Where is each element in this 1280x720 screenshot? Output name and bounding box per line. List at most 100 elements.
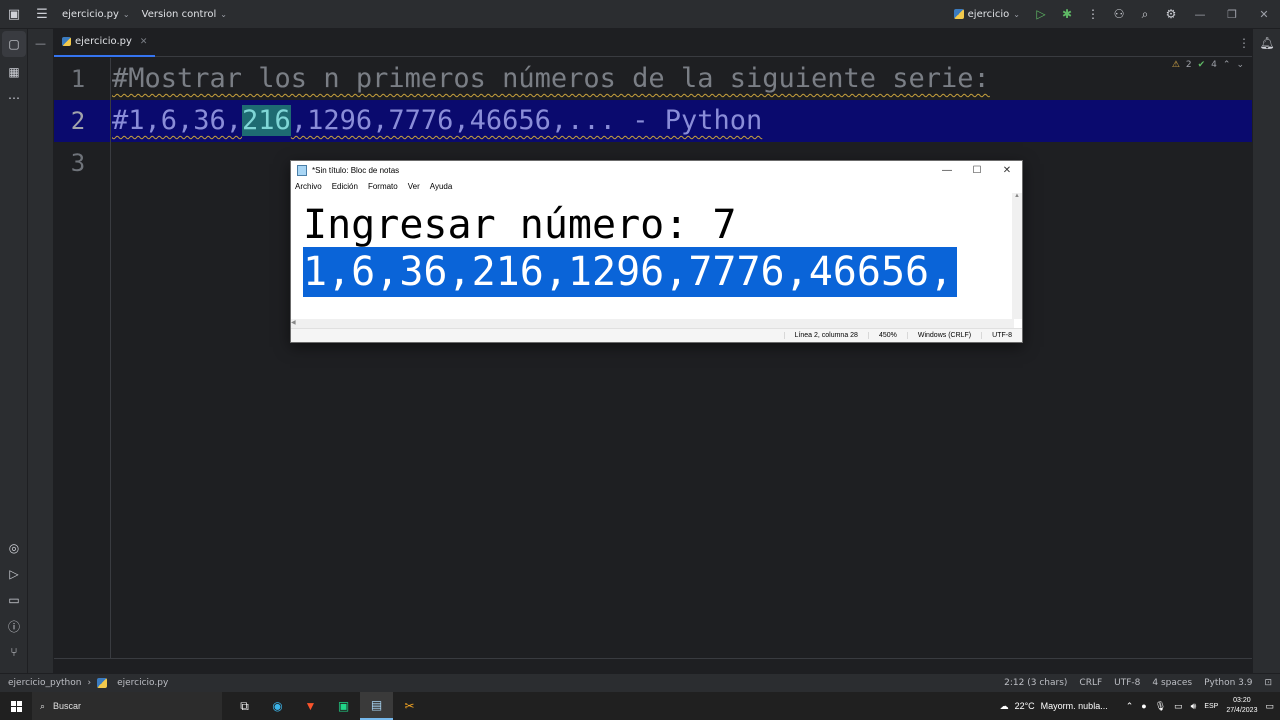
structure-tool-icon[interactable]: ▦ [0, 59, 28, 85]
inspection-widget[interactable]: ⚠ 2 ✔ 4 ⌃ ⌄ [1172, 60, 1244, 70]
language-indicator[interactable]: ESP [1204, 703, 1218, 710]
windows-logo-icon [10, 700, 22, 712]
run-icon[interactable]: ▷ [1028, 0, 1054, 28]
settings-gear-icon[interactable]: ⚙ [1158, 0, 1184, 28]
python-icon [953, 9, 964, 19]
python-packages-icon[interactable]: ◎ [0, 535, 28, 561]
notepad-status-bar: Línea 2, columna 28 450% Windows (CRLF) … [291, 328, 1022, 342]
chevron-up-icon[interactable]: ⌃ [1223, 60, 1231, 70]
line-number: 1 [70, 65, 86, 93]
cursor-position: Línea 2, columna 28 [783, 332, 868, 339]
tab-ejercicio-py[interactable]: ejercicio.py ✕ [54, 29, 156, 57]
app-logo-icon: ▣ [7, 6, 21, 22]
ide-status-bar: ejercicio_python › ejercicio.py 2:12 (3 … [0, 673, 1280, 692]
run-configuration-selector[interactable]: ejercicio ⌄ [953, 9, 1020, 20]
notepad-text-area[interactable]: Ingresar número: 7 1,6,36,216,1296,7776,… [291, 197, 1014, 317]
terminal-icon[interactable]: ▭ [0, 587, 28, 613]
code-line-2-prefix: #1,6,36, [112, 105, 243, 136]
project-tool-icon[interactable]: ▢ [2, 31, 26, 57]
notepad-window: *Sin título: Bloc de notas — ☐ ✕ Archivo… [290, 160, 1023, 343]
start-button[interactable] [0, 692, 32, 720]
project-pane: — [28, 29, 54, 673]
line-separator[interactable]: CRLF [1079, 678, 1102, 688]
project-selector[interactable]: ejercicio.py [62, 9, 119, 20]
debug-icon[interactable]: ✱ [1054, 0, 1080, 28]
check-icon: ✔ [1197, 60, 1206, 70]
weather-temperature: 22°C [1014, 701, 1035, 711]
weather-widget[interactable]: ☁ 22°C Mayorm. nubla... [1000, 701, 1108, 712]
line-number: 2 [70, 107, 86, 135]
ide-title-bar: ▣ ☰ ejercicio.py ⌄ Version control ⌄ eje… [0, 0, 1280, 29]
search-icon[interactable]: ⌕ [1132, 0, 1158, 28]
chevron-right-icon: › [87, 678, 92, 688]
zoom-level: 450% [867, 332, 907, 339]
run-tool-icon[interactable]: ▷ [0, 561, 28, 587]
pycharm-icon[interactable]: ▣ [327, 692, 360, 720]
close-button[interactable]: ✕ [1248, 0, 1280, 28]
clock-time: 03:20 [1233, 697, 1251, 704]
code-editor[interactable]: 1 2 3 #Mostrar los n primeros números de… [54, 58, 1252, 658]
notepad-line-2-selected: 1,6,36,216,1296,7776,46656, [303, 247, 958, 297]
chevron-down-icon[interactable]: ⌄ [1236, 60, 1244, 70]
snipping-tool-icon[interactable]: ✂ [393, 692, 426, 720]
notepad-close-button[interactable]: ✕ [992, 161, 1022, 179]
notepad-minimize-button[interactable]: — [932, 161, 962, 179]
more-tools-icon[interactable]: ⋯ [0, 85, 28, 111]
battery-icon[interactable]: ▭ [1174, 701, 1183, 712]
clock[interactable]: 03:20 27/4/2023 [1226, 696, 1257, 716]
add-user-icon[interactable]: ⚇ [1106, 0, 1132, 28]
left-tool-strip: ▢ ▦ ⋯ ◎ ▷ ▭ ⓘ ⑂ [0, 29, 28, 673]
menu-ver[interactable]: Ver [408, 182, 420, 191]
main-menu-icon[interactable]: ☰ [28, 0, 56, 28]
notepad-menu-bar: Archivo Edición Formato Ver Ayuda [291, 179, 1022, 193]
menu-edicion[interactable]: Edición [332, 182, 358, 191]
menu-archivo[interactable]: Archivo [295, 182, 322, 191]
microphone-icon[interactable]: 🎙︎ [1155, 701, 1166, 712]
file-encoding: UTF-8 [981, 332, 1022, 339]
menu-ayuda[interactable]: Ayuda [430, 182, 453, 191]
chevron-down-icon[interactable]: ⌄ [123, 10, 130, 19]
code-line-2-suffix: ,1296,7776,46656,... - Python [290, 105, 763, 136]
encoding[interactable]: UTF-8 [1114, 678, 1140, 688]
more-actions-icon[interactable]: ⋮ [1080, 0, 1106, 28]
editor-horizontal-scrollbar[interactable] [54, 658, 1252, 673]
minimize-button[interactable]: — [1184, 0, 1216, 28]
notepad-title-bar: *Sin título: Bloc de notas — ☐ ✕ [291, 161, 1022, 179]
right-tool-strip: 🔔︎ [1252, 29, 1280, 673]
notepad-maximize-button[interactable]: ☐ [962, 161, 992, 179]
restore-button[interactable]: ❐ [1216, 0, 1248, 28]
notepad-vertical-scrollbar[interactable]: ▲ [1012, 193, 1022, 319]
tab-options-icon[interactable]: ⋮ [1238, 36, 1250, 50]
ok-count: 4 [1211, 60, 1217, 70]
volume-icon[interactable]: 🔊︎ [1191, 701, 1197, 712]
warning-icon: ⚠ [1171, 60, 1180, 70]
task-view-icon[interactable]: ⧉ [228, 692, 261, 720]
problems-icon[interactable]: ⓘ [0, 613, 28, 639]
line-number: 3 [70, 149, 86, 177]
clock-date: 27/4/2023 [1226, 707, 1258, 714]
indent-setting[interactable]: 4 spaces [1152, 678, 1192, 688]
notification-center-icon[interactable]: ▭ [1265, 701, 1274, 712]
menu-formato[interactable]: Formato [368, 182, 398, 191]
chevron-down-icon[interactable]: ⌄ [220, 10, 227, 19]
edge-icon[interactable]: ◉ [261, 692, 294, 720]
lock-icon[interactable]: ⊡ [1264, 678, 1272, 688]
tab-label: ejercicio.py [75, 36, 132, 47]
code-line-1: #Mostrar los n primeros números de la si… [112, 63, 990, 94]
git-icon[interactable]: ⑂ [0, 639, 28, 665]
file-breadcrumb[interactable]: ejercicio.py [117, 678, 168, 688]
notepad-taskbar-icon[interactable]: ▤ [360, 692, 393, 720]
notifications-icon[interactable]: 🔔︎ [1253, 29, 1280, 57]
app-tray-icon[interactable]: ● [1141, 701, 1146, 711]
chevron-up-icon[interactable]: ⌃ [1126, 701, 1134, 712]
taskbar-search[interactable]: ⌕ Buscar [32, 692, 222, 720]
python-interpreter[interactable]: Python 3.9 [1204, 678, 1252, 688]
close-tab-icon[interactable]: ✕ [140, 37, 148, 47]
collapse-icon[interactable]: — [28, 29, 53, 57]
code-line-2: #1,6,36,216,1296,7776,46656,... - Python [112, 100, 762, 142]
line-ending: Windows (CRLF) [906, 332, 981, 339]
project-breadcrumb[interactable]: ejercicio_python [8, 678, 81, 688]
brave-icon[interactable]: ▼ [294, 692, 327, 720]
version-control-menu[interactable]: Version control [142, 9, 217, 20]
caret-position[interactable]: 2:12 (3 chars) [1004, 678, 1067, 688]
